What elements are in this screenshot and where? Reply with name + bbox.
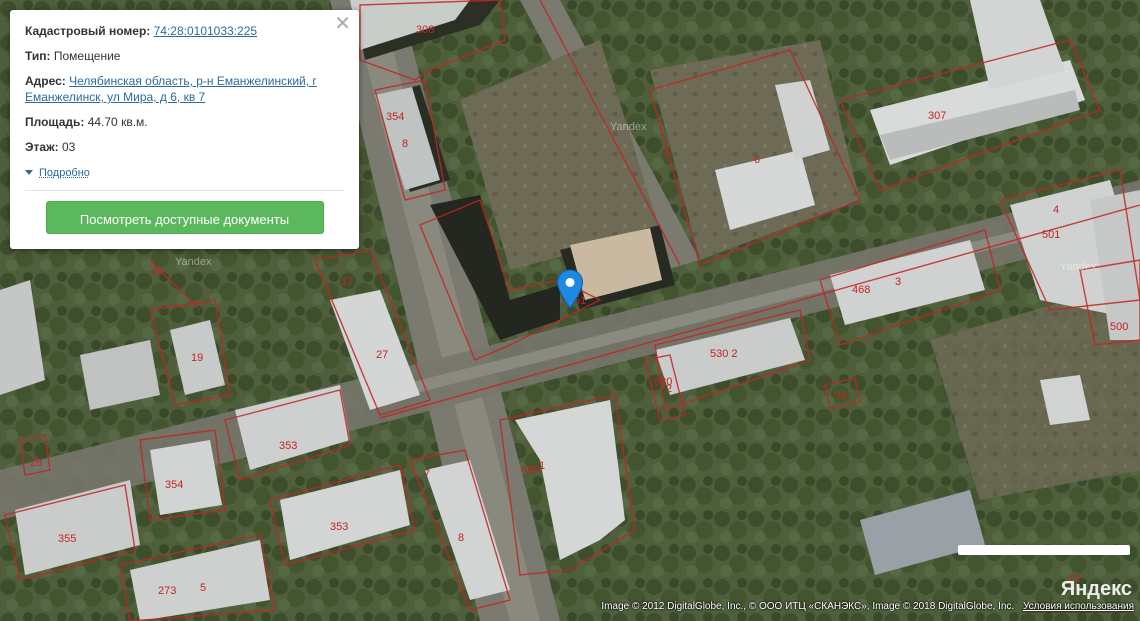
parcel-label[interactable]: 354 [386, 111, 404, 123]
parcel-label[interactable]: 4 [1053, 204, 1059, 216]
parcel-label[interactable]: 353 [330, 521, 348, 533]
cadastral-number-link[interactable]: 74:28:0101033:225 [154, 24, 257, 38]
parcel-label[interactable]: 6 [754, 154, 760, 166]
close-icon[interactable]: ✕ [334, 13, 351, 35]
address-link[interactable]: Челябинская область, р-н Еманжелинский, … [25, 74, 317, 104]
floor-label: Этаж: [25, 140, 59, 154]
parcel-label[interactable]: 18 [150, 266, 162, 278]
parcel-label[interactable]: 8 [402, 138, 408, 150]
parcel-label[interactable]: 5 [200, 582, 206, 594]
parcel-label[interactable]: 307 [928, 110, 946, 122]
map-pin-icon[interactable] [556, 269, 584, 309]
triangle-down-icon [25, 170, 33, 175]
parcel-label[interactable]: 17 [341, 276, 353, 288]
parcel-label[interactable]: 6 [664, 147, 670, 159]
parcel-label[interactable]: 34 [835, 390, 847, 402]
yandex-logo: Яндекс [1060, 578, 1132, 600]
parcel-label[interactable]: 468 [852, 284, 870, 296]
type-value: Помещение [53, 49, 121, 63]
area-row: Площадь: 44.70 кв.м. [25, 114, 344, 130]
details-toggle[interactable]: Подробно [25, 167, 90, 179]
parcel-label[interactable]: 530 2 [710, 348, 738, 360]
floor-row: Этаж: 03 [25, 139, 344, 155]
floor-value: 03 [61, 140, 76, 154]
parcel-label[interactable]: 7 [424, 468, 430, 480]
parcel-info-popup: ✕ Кадастровый номер: 74:28:0101033:225 Т… [10, 10, 359, 249]
parcel-label[interactable]: 8 [458, 532, 464, 544]
parcel-label[interactable]: 28 [30, 457, 42, 469]
parcel-label[interactable]: 501 [1042, 229, 1060, 241]
parcel-label[interactable]: 3 [895, 276, 901, 288]
view-documents-button[interactable]: Посмотреть доступные документы [45, 200, 324, 234]
parcel-label[interactable]: 1 [539, 460, 545, 472]
parcel-label[interactable]: 355 [58, 533, 76, 545]
divider [25, 189, 344, 191]
parcel-label[interactable]: 19 [191, 352, 203, 364]
cadastral-row: Кадастровый номер: 74:28:0101033:225 [25, 23, 344, 39]
cadastral-label: Кадастровый номер: [25, 24, 151, 38]
watermark-text: Yandex [175, 256, 212, 268]
type-row: Тип: Помещение [25, 48, 344, 64]
area-label: Площадь: [25, 115, 85, 129]
parcel-label[interactable]: 308 [416, 24, 434, 36]
parcel-label[interactable]: 469 [521, 464, 539, 476]
scale-bar [958, 545, 1130, 555]
map-copyright: Image © 2012 DigitalGlobe, Inc., © ООО И… [601, 601, 1134, 612]
parcel-label[interactable]: 500 [1110, 321, 1128, 333]
watermark-text: Yandex [610, 121, 647, 133]
parcel-label[interactable]: 354 [165, 479, 183, 491]
watermark-text: Yandex [1060, 261, 1097, 273]
address-label: Адрес: [25, 74, 66, 88]
details-toggle-label: Подробно [39, 166, 90, 179]
address-row: Адрес: Челябинская область, р-н Еманжели… [25, 73, 344, 105]
parcel-label[interactable]: 353 [279, 440, 297, 452]
parcel-label[interactable]: 273 [158, 585, 176, 597]
area-value: 44.70 кв.м. [87, 115, 148, 129]
copyright-text: Image © 2012 DigitalGlobe, Inc., © ООО И… [601, 601, 1015, 612]
terms-link[interactable]: Условия использования [1023, 601, 1134, 612]
type-label: Тип: [25, 49, 51, 63]
parcel-label[interactable]: 2 [666, 383, 672, 395]
parcel-label[interactable]: 27 [376, 349, 388, 361]
